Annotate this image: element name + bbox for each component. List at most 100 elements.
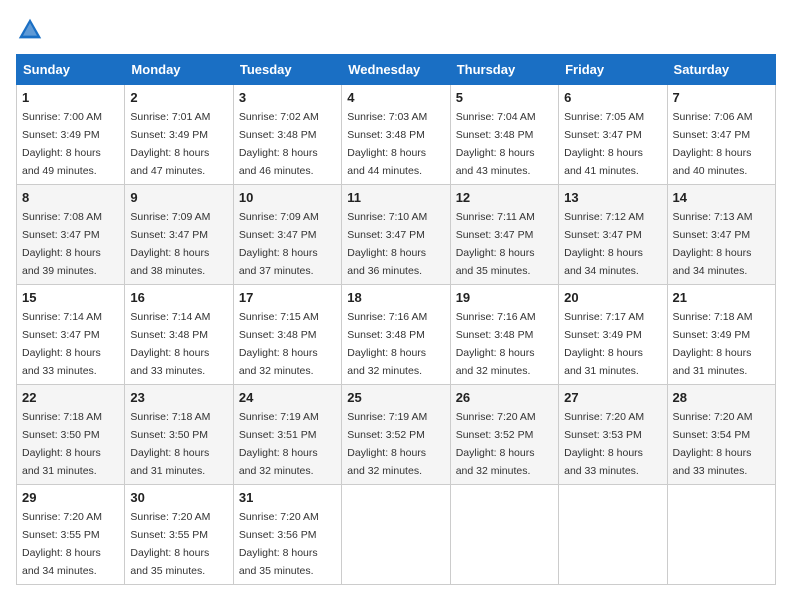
calendar-cell: 3 Sunrise: 7:02 AMSunset: 3:48 PMDayligh… [233,85,341,185]
day-number: 29 [22,490,119,505]
calendar-week-5: 29 Sunrise: 7:20 AMSunset: 3:55 PMDaylig… [17,485,776,585]
calendar-cell: 9 Sunrise: 7:09 AMSunset: 3:47 PMDayligh… [125,185,233,285]
calendar-cell: 29 Sunrise: 7:20 AMSunset: 3:55 PMDaylig… [17,485,125,585]
day-number: 14 [673,190,770,205]
calendar-cell: 21 Sunrise: 7:18 AMSunset: 3:49 PMDaylig… [667,285,775,385]
day-info: Sunrise: 7:18 AMSunset: 3:50 PMDaylight:… [22,411,102,477]
day-info: Sunrise: 7:13 AMSunset: 3:47 PMDaylight:… [673,211,753,277]
day-info: Sunrise: 7:20 AMSunset: 3:56 PMDaylight:… [239,511,319,577]
calendar-table: SundayMondayTuesdayWednesdayThursdayFrid… [16,54,776,585]
day-info: Sunrise: 7:06 AMSunset: 3:47 PMDaylight:… [673,111,753,177]
calendar-week-3: 15 Sunrise: 7:14 AMSunset: 3:47 PMDaylig… [17,285,776,385]
calendar-cell: 25 Sunrise: 7:19 AMSunset: 3:52 PMDaylig… [342,385,450,485]
day-number: 15 [22,290,119,305]
calendar-cell: 28 Sunrise: 7:20 AMSunset: 3:54 PMDaylig… [667,385,775,485]
day-info: Sunrise: 7:09 AMSunset: 3:47 PMDaylight:… [239,211,319,277]
day-number: 26 [456,390,553,405]
calendar-week-1: 1 Sunrise: 7:00 AMSunset: 3:49 PMDayligh… [17,85,776,185]
day-number: 21 [673,290,770,305]
day-info: Sunrise: 7:08 AMSunset: 3:47 PMDaylight:… [22,211,102,277]
calendar-cell: 19 Sunrise: 7:16 AMSunset: 3:48 PMDaylig… [450,285,558,385]
calendar-cell: 27 Sunrise: 7:20 AMSunset: 3:53 PMDaylig… [559,385,667,485]
day-number: 30 [130,490,227,505]
day-number: 7 [673,90,770,105]
day-number: 3 [239,90,336,105]
calendar-cell [450,485,558,585]
day-info: Sunrise: 7:01 AMSunset: 3:49 PMDaylight:… [130,111,210,177]
calendar-cell [559,485,667,585]
day-number: 2 [130,90,227,105]
header-row: SundayMondayTuesdayWednesdayThursdayFrid… [17,55,776,85]
calendar-body: 1 Sunrise: 7:00 AMSunset: 3:49 PMDayligh… [17,85,776,585]
header-cell-wednesday: Wednesday [342,55,450,85]
day-info: Sunrise: 7:14 AMSunset: 3:47 PMDaylight:… [22,311,102,377]
day-number: 23 [130,390,227,405]
day-info: Sunrise: 7:20 AMSunset: 3:55 PMDaylight:… [22,511,102,577]
calendar-cell: 5 Sunrise: 7:04 AMSunset: 3:48 PMDayligh… [450,85,558,185]
calendar-cell: 11 Sunrise: 7:10 AMSunset: 3:47 PMDaylig… [342,185,450,285]
day-number: 20 [564,290,661,305]
day-info: Sunrise: 7:20 AMSunset: 3:53 PMDaylight:… [564,411,644,477]
day-info: Sunrise: 7:20 AMSunset: 3:54 PMDaylight:… [673,411,753,477]
day-number: 4 [347,90,444,105]
calendar-cell: 16 Sunrise: 7:14 AMSunset: 3:48 PMDaylig… [125,285,233,385]
day-number: 19 [456,290,553,305]
calendar-cell: 18 Sunrise: 7:16 AMSunset: 3:48 PMDaylig… [342,285,450,385]
header-cell-thursday: Thursday [450,55,558,85]
day-info: Sunrise: 7:11 AMSunset: 3:47 PMDaylight:… [456,211,535,277]
day-info: Sunrise: 7:16 AMSunset: 3:48 PMDaylight:… [347,311,427,377]
header-cell-friday: Friday [559,55,667,85]
day-number: 25 [347,390,444,405]
calendar-cell: 15 Sunrise: 7:14 AMSunset: 3:47 PMDaylig… [17,285,125,385]
day-info: Sunrise: 7:14 AMSunset: 3:48 PMDaylight:… [130,311,210,377]
day-info: Sunrise: 7:15 AMSunset: 3:48 PMDaylight:… [239,311,319,377]
day-number: 9 [130,190,227,205]
calendar-cell [667,485,775,585]
calendar-cell: 22 Sunrise: 7:18 AMSunset: 3:50 PMDaylig… [17,385,125,485]
calendar-cell: 13 Sunrise: 7:12 AMSunset: 3:47 PMDaylig… [559,185,667,285]
day-number: 10 [239,190,336,205]
day-number: 18 [347,290,444,305]
day-number: 13 [564,190,661,205]
calendar-cell: 1 Sunrise: 7:00 AMSunset: 3:49 PMDayligh… [17,85,125,185]
day-info: Sunrise: 7:16 AMSunset: 3:48 PMDaylight:… [456,311,536,377]
calendar-cell: 23 Sunrise: 7:18 AMSunset: 3:50 PMDaylig… [125,385,233,485]
calendar-header: SundayMondayTuesdayWednesdayThursdayFrid… [17,55,776,85]
calendar-week-4: 22 Sunrise: 7:18 AMSunset: 3:50 PMDaylig… [17,385,776,485]
calendar-cell: 24 Sunrise: 7:19 AMSunset: 3:51 PMDaylig… [233,385,341,485]
day-info: Sunrise: 7:19 AMSunset: 3:51 PMDaylight:… [239,411,319,477]
calendar-cell: 8 Sunrise: 7:08 AMSunset: 3:47 PMDayligh… [17,185,125,285]
calendar-cell: 2 Sunrise: 7:01 AMSunset: 3:49 PMDayligh… [125,85,233,185]
calendar-cell: 6 Sunrise: 7:05 AMSunset: 3:47 PMDayligh… [559,85,667,185]
calendar-cell: 12 Sunrise: 7:11 AMSunset: 3:47 PMDaylig… [450,185,558,285]
day-number: 22 [22,390,119,405]
day-number: 31 [239,490,336,505]
day-info: Sunrise: 7:04 AMSunset: 3:48 PMDaylight:… [456,111,536,177]
day-number: 12 [456,190,553,205]
day-info: Sunrise: 7:05 AMSunset: 3:47 PMDaylight:… [564,111,644,177]
header-cell-monday: Monday [125,55,233,85]
calendar-cell: 20 Sunrise: 7:17 AMSunset: 3:49 PMDaylig… [559,285,667,385]
day-number: 17 [239,290,336,305]
day-info: Sunrise: 7:20 AMSunset: 3:55 PMDaylight:… [130,511,210,577]
header-cell-sunday: Sunday [17,55,125,85]
day-info: Sunrise: 7:18 AMSunset: 3:49 PMDaylight:… [673,311,753,377]
page-header [16,16,776,44]
calendar-cell: 30 Sunrise: 7:20 AMSunset: 3:55 PMDaylig… [125,485,233,585]
day-info: Sunrise: 7:20 AMSunset: 3:52 PMDaylight:… [456,411,536,477]
day-number: 27 [564,390,661,405]
calendar-cell: 26 Sunrise: 7:20 AMSunset: 3:52 PMDaylig… [450,385,558,485]
day-info: Sunrise: 7:18 AMSunset: 3:50 PMDaylight:… [130,411,210,477]
day-info: Sunrise: 7:03 AMSunset: 3:48 PMDaylight:… [347,111,427,177]
calendar-week-2: 8 Sunrise: 7:08 AMSunset: 3:47 PMDayligh… [17,185,776,285]
day-info: Sunrise: 7:09 AMSunset: 3:47 PMDaylight:… [130,211,210,277]
header-cell-tuesday: Tuesday [233,55,341,85]
day-info: Sunrise: 7:17 AMSunset: 3:49 PMDaylight:… [564,311,644,377]
calendar-cell: 14 Sunrise: 7:13 AMSunset: 3:47 PMDaylig… [667,185,775,285]
day-info: Sunrise: 7:12 AMSunset: 3:47 PMDaylight:… [564,211,644,277]
day-info: Sunrise: 7:02 AMSunset: 3:48 PMDaylight:… [239,111,319,177]
day-number: 24 [239,390,336,405]
day-number: 5 [456,90,553,105]
day-number: 6 [564,90,661,105]
day-number: 16 [130,290,227,305]
